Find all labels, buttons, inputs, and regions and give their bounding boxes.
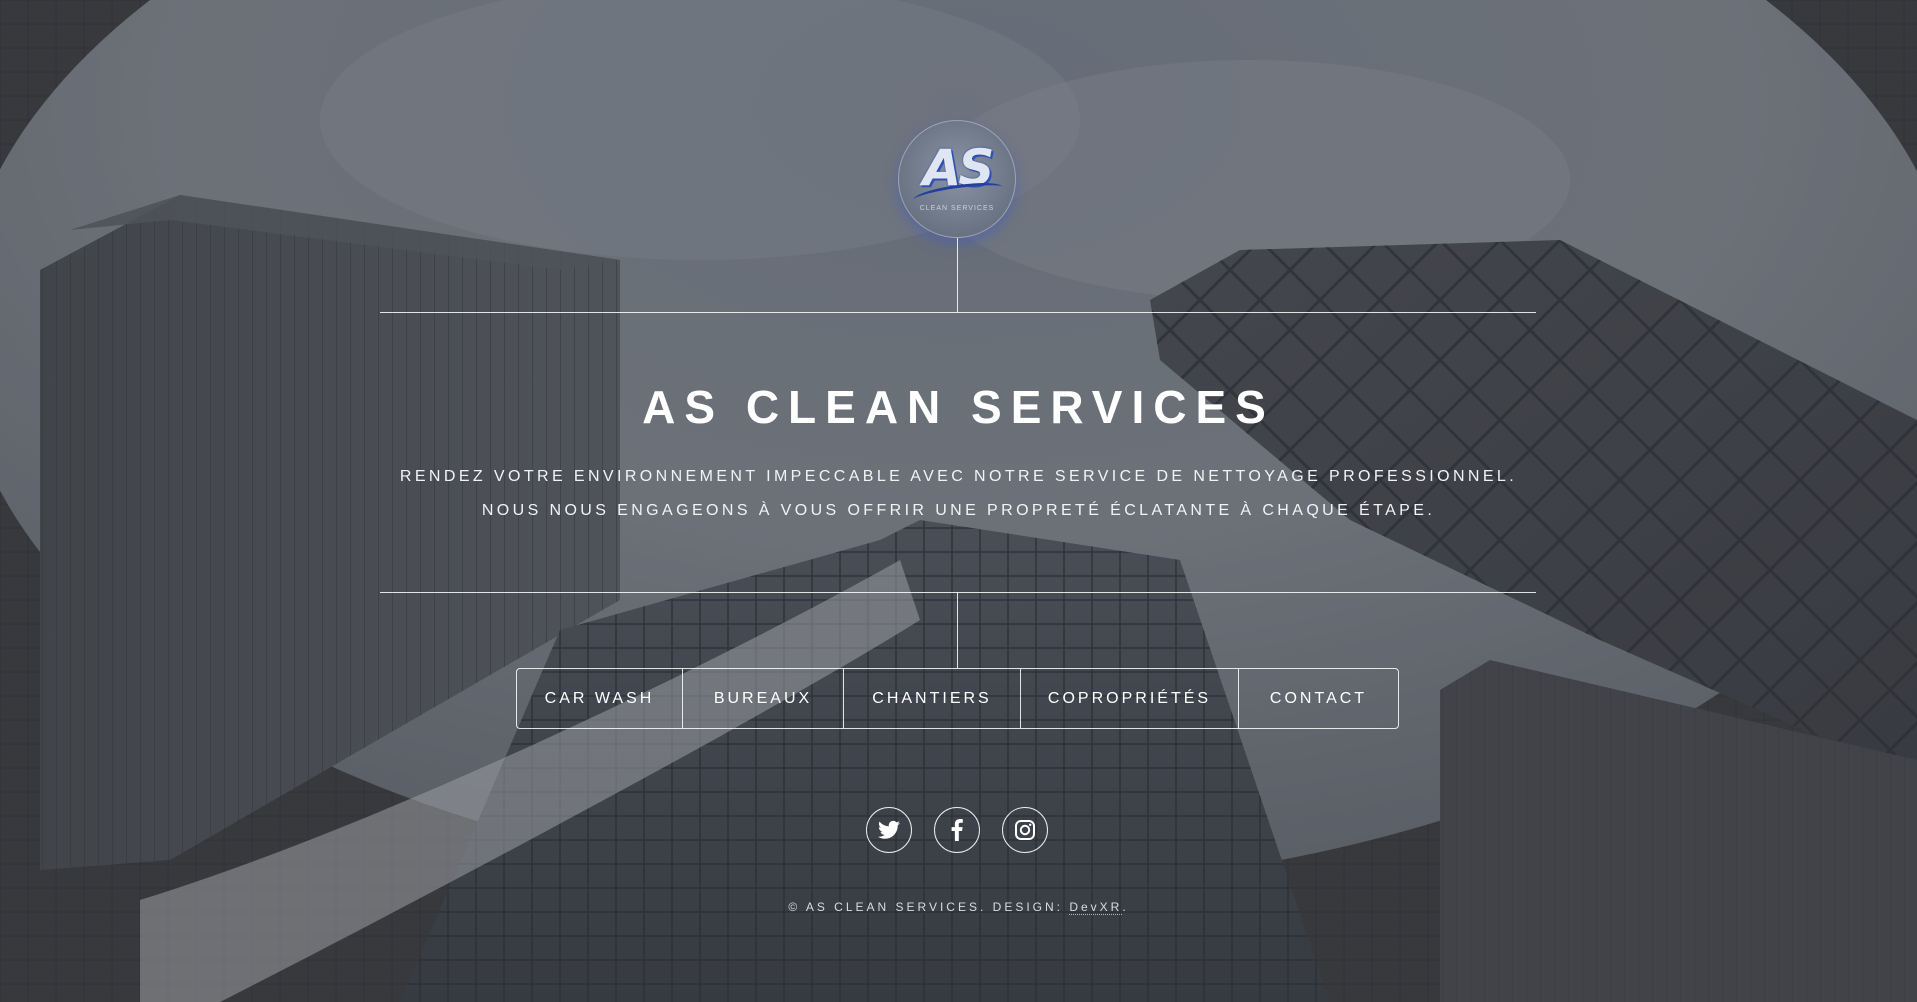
nav-item-car-wash[interactable]: CAR WASH bbox=[517, 669, 683, 728]
nav-item-coproprietes[interactable]: COPROPRIÉTÉS bbox=[1021, 669, 1239, 728]
facebook-icon bbox=[951, 819, 963, 841]
hero: AS CLEAN SERVICES AS CLEAN SERVICES REND… bbox=[0, 0, 1917, 1002]
facebook-button[interactable] bbox=[934, 807, 980, 853]
nav-item-chantiers[interactable]: CHANTIERS bbox=[844, 669, 1021, 728]
tagline-line-2: NOUS NOUS ENGAGEONS À VOUS OFFRIR UNE PR… bbox=[481, 502, 1436, 519]
nav-connector-line bbox=[957, 592, 958, 668]
divider-bottom bbox=[380, 592, 1536, 593]
footer-design-link[interactable]: DevXR bbox=[1069, 900, 1123, 915]
instagram-button[interactable] bbox=[1002, 807, 1048, 853]
tagline-line-1: RENDEZ VOTRE ENVIRONNEMENT IMPECCABLE AV… bbox=[399, 468, 1518, 485]
divider-top bbox=[380, 312, 1536, 313]
nav-item-contact[interactable]: CONTACT bbox=[1239, 669, 1398, 728]
footer-suffix: . bbox=[1122, 900, 1129, 914]
main-nav: CAR WASH BUREAUX CHANTIERS COPROPRIÉTÉS … bbox=[516, 668, 1399, 729]
twitter-icon bbox=[878, 820, 900, 839]
logo: AS CLEAN SERVICES bbox=[898, 120, 1016, 238]
logo-connector-line bbox=[957, 238, 958, 312]
footer: © AS CLEAN SERVICES. DESIGN: DevXR. bbox=[0, 900, 1917, 915]
site-title: AS CLEAN SERVICES bbox=[642, 381, 1275, 433]
twitter-button[interactable] bbox=[866, 807, 912, 853]
instagram-icon bbox=[1015, 820, 1035, 840]
nav-item-bureaux[interactable]: BUREAUX bbox=[683, 669, 844, 728]
footer-copyright: © AS CLEAN SERVICES. DESIGN: bbox=[788, 900, 1070, 914]
logo-subtext: CLEAN SERVICES bbox=[919, 205, 995, 212]
